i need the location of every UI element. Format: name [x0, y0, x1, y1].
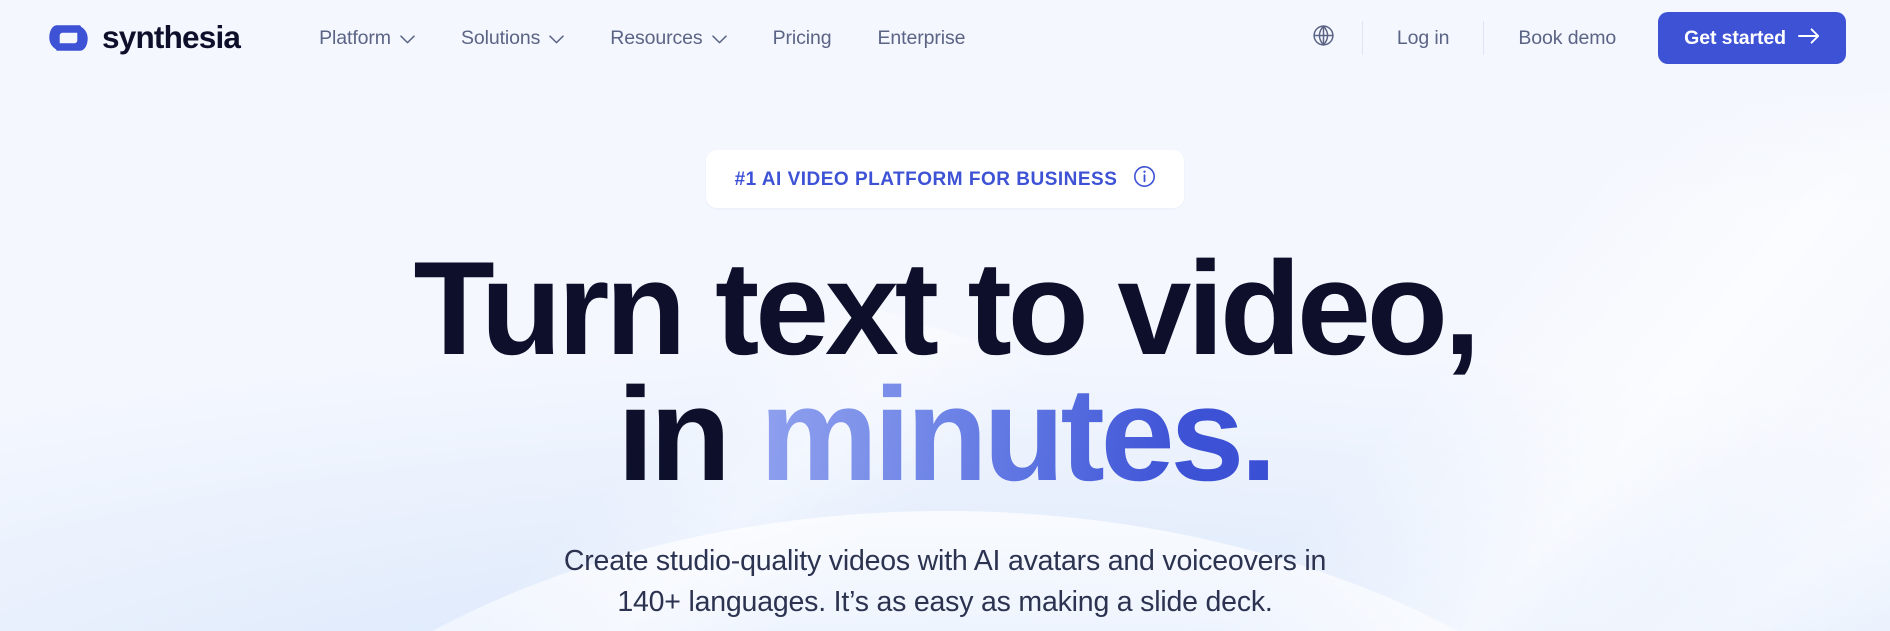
- header-actions: Log in Book demo Get started: [1304, 12, 1846, 64]
- chevron-down-icon: [400, 27, 415, 50]
- nav-item-resources[interactable]: Resources: [587, 14, 749, 62]
- nav-item-pricing-label: Pricing: [772, 26, 832, 49]
- chevron-down-icon: [549, 27, 565, 50]
- hero-badge-label: #1 AI VIDEO PLATFORM FOR BUSINESS: [734, 168, 1118, 190]
- nav-item-resources-label: Resources: [610, 26, 703, 49]
- nav-item-pricing[interactable]: Pricing: [750, 14, 855, 62]
- primary-navigation: Platform Solutions Resources Pricing Ent…: [296, 14, 988, 62]
- nav-item-solutions[interactable]: Solutions: [438, 14, 587, 62]
- synthesia-parallelogram-logo-icon: [48, 23, 89, 53]
- globe-icon: [1311, 23, 1336, 53]
- get-started-button[interactable]: Get started: [1658, 12, 1846, 64]
- hero-headline-line-2: in minutes.: [0, 369, 1890, 502]
- header-divider-2: [1483, 21, 1485, 55]
- header-divider-1: [1361, 21, 1363, 55]
- brand-logo-link[interactable]: synthesia: [48, 19, 241, 56]
- brand-name: synthesia: [102, 19, 241, 56]
- language-selector-button[interactable]: [1304, 18, 1344, 58]
- hero-headline-accent: minutes.: [759, 361, 1277, 510]
- info-circle-icon[interactable]: [1132, 164, 1157, 194]
- hero-headline-line-2-plain: in: [617, 361, 760, 510]
- get-started-label: Get started: [1684, 26, 1786, 49]
- arrow-right-icon: [1798, 27, 1820, 50]
- login-link[interactable]: Log in: [1381, 27, 1466, 50]
- hero-subheadline-line-1: Create studio-quality videos with AI ava…: [563, 544, 1327, 577]
- hero-section: #1 AI VIDEO PLATFORM FOR BUSINESS Turn t…: [0, 76, 1890, 624]
- hero-page: synthesia Platform Solutions Resources P…: [0, 0, 1890, 631]
- hero-subheadline-line-2: 140+ languages. It’s as easy as making a…: [617, 586, 1273, 619]
- nav-item-platform-label: Platform: [319, 26, 391, 49]
- hero-badge[interactable]: #1 AI VIDEO PLATFORM FOR BUSINESS: [705, 150, 1185, 208]
- nav-item-solutions-label: Solutions: [460, 26, 541, 49]
- book-demo-link[interactable]: Book demo: [1502, 27, 1632, 50]
- hero-subheadline: Create studio-quality videos with AI ava…: [0, 541, 1890, 624]
- site-header: synthesia Platform Solutions Resources P…: [0, 0, 1890, 76]
- hero-headline: Turn text to video, in minutes.: [0, 235, 1890, 502]
- hero-headline-line-1: Turn text to video,: [413, 235, 1480, 383]
- nav-item-enterprise[interactable]: Enterprise: [854, 14, 988, 62]
- chevron-down-icon: [711, 27, 727, 50]
- nav-item-platform[interactable]: Platform: [296, 14, 438, 62]
- nav-item-enterprise-label: Enterprise: [877, 26, 966, 49]
